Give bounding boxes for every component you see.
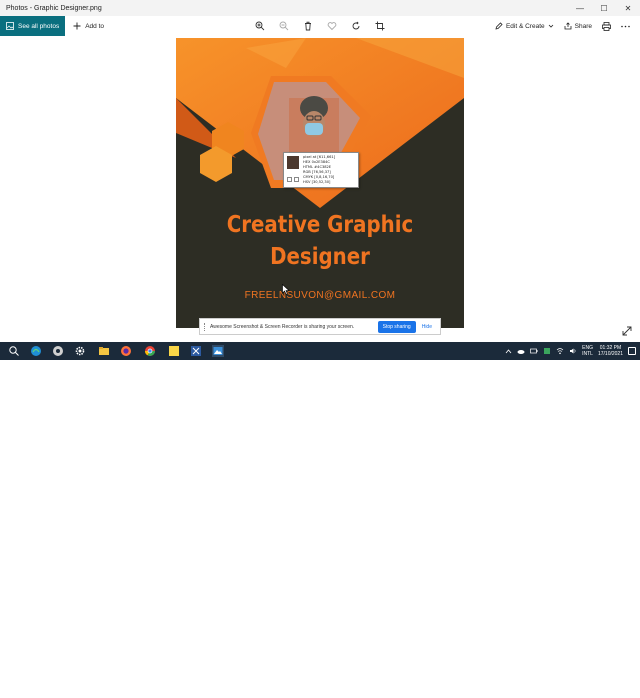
plus-icon <box>73 22 81 30</box>
poster-email: FREELNSUVON@GMAIL.COM <box>244 290 396 301</box>
photos-toolbar: See all photos Add to Edit & Create Shar… <box>0 16 640 36</box>
screen-sharing-bar: Awesome Screenshot & Screen Recorder is … <box>199 318 441 335</box>
share-icon <box>564 22 572 30</box>
more-options-icon[interactable] <box>621 25 630 28</box>
right-tools: Edit & Create Share <box>495 16 630 36</box>
chevron-down-icon <box>548 24 553 28</box>
window-title: Photos - Graphic Designer.png <box>6 4 102 12</box>
maximize-button[interactable]: ☐ <box>592 0 616 16</box>
add-to-button[interactable]: Add to <box>73 22 104 30</box>
upload-speed: 0.000 MB/s <box>440 684 466 690</box>
network-speed: U: 0.000 MB/s D: 0.000 MB/s <box>434 684 466 698</box>
color-picker-values: pixel at [611,661] HEX 0x2E384C HTML #4C… <box>303 155 335 185</box>
onedrive-icon[interactable] <box>517 347 525 355</box>
firefox-icon[interactable] <box>120 345 132 357</box>
download-label: D: <box>434 691 439 697</box>
crop-icon[interactable] <box>375 21 385 31</box>
color-swatch <box>287 156 299 169</box>
zoom-in-icon[interactable] <box>255 21 265 31</box>
zoom-out-icon[interactable] <box>279 21 289 31</box>
drag-handle-icon[interactable] <box>204 322 207 331</box>
chrome-icon[interactable] <box>144 345 156 357</box>
color-picker-tooltip: pixel at [611,661] HEX 0x2E384C HTML #4C… <box>283 152 359 188</box>
rotate-icon[interactable] <box>351 21 361 31</box>
edit-create-label: Edit & Create <box>505 22 545 30</box>
see-all-photos-button[interactable]: See all photos <box>0 16 66 36</box>
keyboard-layout: INTL <box>582 351 593 357</box>
mouse-cursor-icon <box>282 284 290 295</box>
favorite-icon[interactable] <box>327 21 337 31</box>
add-to-label: Add to <box>85 22 104 30</box>
poster-headline-line1: Creative Graphic <box>226 212 414 238</box>
language-indicator[interactable]: ENG INTL <box>582 345 593 357</box>
photos-app-icon[interactable] <box>212 345 224 357</box>
system-tray: ENG INTL 01:32 PM 17/10/2021 <box>505 342 636 360</box>
close-button[interactable]: ✕ <box>616 0 640 16</box>
image-viewer: Creative Graphic Designer FREELNSUVON@GM… <box>0 36 640 342</box>
download-speed: 0.000 MB/s <box>440 691 466 697</box>
minimize-button[interactable]: — <box>568 0 592 16</box>
expand-icon[interactable] <box>622 326 632 336</box>
app-icon[interactable] <box>52 345 64 357</box>
viewer-tools <box>255 16 385 36</box>
upload-speed-row: U: 0.000 MB/s <box>434 684 466 691</box>
sharing-message: Awesome Screenshot & Screen Recorder is … <box>210 323 355 330</box>
edit-create-button[interactable]: Edit & Create <box>495 22 554 30</box>
taskbar: U: 0.000 MB/s D: 0.000 MB/s ENG INTL 01:… <box>0 342 640 697</box>
settings-gear-icon[interactable] <box>74 345 86 357</box>
picker-minus-icon[interactable] <box>287 177 292 182</box>
volume-icon[interactable] <box>569 347 577 355</box>
notifications-icon[interactable] <box>628 347 636 355</box>
app-tray-icon[interactable] <box>543 347 551 355</box>
download-speed-row: D: 0.000 MB/s <box>434 691 466 698</box>
see-all-photos-label: See all photos <box>18 22 60 30</box>
clock[interactable]: 01:32 PM 17/10/2021 <box>598 345 623 357</box>
edge-icon[interactable] <box>30 345 42 357</box>
upload-label: U: <box>434 684 439 690</box>
delete-icon[interactable] <box>303 21 313 31</box>
picker-plus-icon[interactable] <box>294 177 299 182</box>
print-icon[interactable] <box>602 21 611 31</box>
search-icon[interactable] <box>8 345 20 357</box>
share-button[interactable]: Share <box>564 22 592 30</box>
hide-link[interactable]: Hide <box>422 324 432 330</box>
battery-icon[interactable] <box>530 347 538 355</box>
stop-sharing-button[interactable]: Stop sharing <box>377 320 416 333</box>
wifi-icon[interactable] <box>556 347 564 355</box>
picker-buttons <box>287 177 299 182</box>
file-explorer-icon[interactable] <box>98 345 110 357</box>
hsv-value-text: HSV [30,52,30] <box>303 180 331 184</box>
title-bar: Photos - Graphic Designer.png — ☐ ✕ <box>0 0 640 16</box>
sticky-notes-icon[interactable] <box>168 345 180 357</box>
snipping-tool-icon[interactable] <box>190 345 202 357</box>
edit-icon <box>495 22 503 30</box>
poster-headline-line2: Designer <box>270 244 370 270</box>
share-label: Share <box>574 22 592 30</box>
clock-date: 17/10/2021 <box>597 351 623 357</box>
chevron-up-icon[interactable] <box>505 348 512 355</box>
photos-icon <box>6 22 14 30</box>
